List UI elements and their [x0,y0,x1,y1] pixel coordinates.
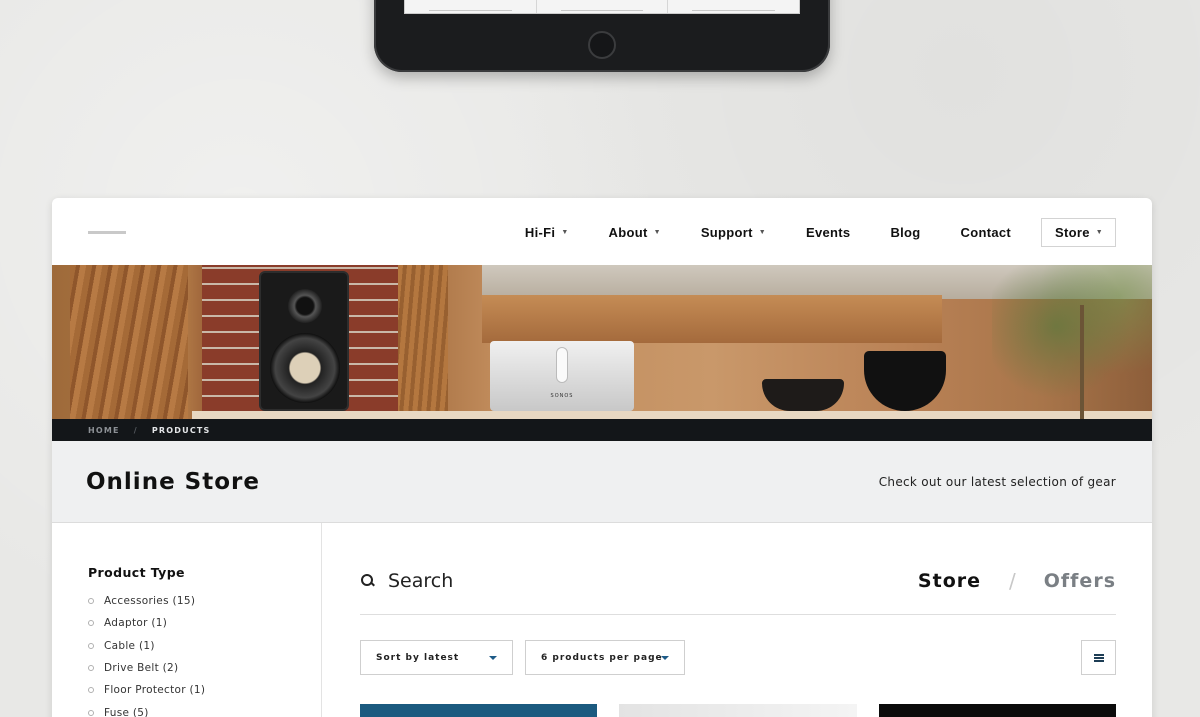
nav-item-support[interactable]: Support ▼ [701,225,766,240]
tablet-screen [404,0,800,14]
filter-label: Fuse (5) [104,706,149,717]
content-area: Product Type Accessories (15) Adaptor (1… [52,523,1152,717]
nav-store-button[interactable]: Store ▼ [1041,218,1116,247]
filter-label: Floor Protector (1) [104,684,206,697]
bowl-image [762,379,844,411]
product-card[interactable] [878,704,1116,717]
window-frame [482,295,942,343]
list-line [1093,657,1104,659]
bowl-image [864,351,946,411]
nav-item-label: Contact [960,225,1012,240]
sidebar-heading: Product Type [88,565,185,580]
nav-item-hifi[interactable]: Hi-Fi ▼ [525,225,569,240]
filter-item-accessories[interactable]: Accessories (15) [88,590,321,612]
wood-post [398,265,448,419]
filter-label: Adaptor (1) [104,617,168,630]
page-subtitle: Check out our latest selection of gear [878,474,1116,489]
dropdown-arrow-icon [661,656,669,660]
store-tabs: Store / Offers [918,569,1116,593]
filter-label: Cable (1) [104,639,155,652]
page-title: Online Store [86,468,260,495]
nav-item-label: Hi-Fi [524,225,556,240]
caret-down-icon: ▼ [561,229,569,236]
main-nav: Hi-Fi ▼ About ▼ Support ▼ Events Blog Co… [485,218,1116,247]
nav-store-label: Store [1055,225,1090,240]
device-brand: SONOS [550,393,574,399]
filter-item-fuse[interactable]: Fuse (5) [88,701,321,717]
dropdown-arrow-icon [489,656,497,660]
sort-select[interactable]: Sort by latest [360,640,513,675]
product-card[interactable] [619,704,857,717]
breadcrumb-current: PRODUCTS [151,425,211,435]
website-mockup: Hi-Fi ▼ About ▼ Support ▼ Events Blog Co… [52,198,1152,717]
wood-beam [70,265,188,419]
product-grid [360,704,1116,717]
logo[interactable] [88,231,126,234]
filter-label: Drive Belt (2) [104,662,179,675]
per-page-select[interactable]: 6 products per page [525,640,685,675]
site-header: Hi-Fi ▼ About ▼ Support ▼ Events Blog Co… [52,198,1152,265]
hero-banner: SONOS [52,265,1152,419]
bullet-icon [88,598,94,605]
caret-down-icon: ▼ [758,229,766,236]
main-panel: Store / Offers Sort by latest 6 products… [322,523,1152,717]
filter-item-adaptor[interactable]: Adaptor (1) [88,612,321,634]
breadcrumb-home[interactable]: HOME [88,426,120,435]
bullet-icon [88,620,94,627]
tablet-home-button [588,31,616,59]
caret-down-icon: ▼ [1095,229,1103,236]
nav-item-label: Blog [890,225,921,240]
list-view-button[interactable] [1081,640,1116,675]
device-button [556,347,568,383]
bullet-icon [88,642,94,649]
search-row: Store / Offers [360,523,1116,615]
nav-item-events[interactable]: Events [806,225,850,240]
controls-row: Sort by latest 6 products per page [360,640,1116,675]
speaker-tweeter [288,289,322,323]
tab-store[interactable]: Store [918,570,981,592]
sonos-device-image: SONOS [490,341,634,411]
tablet-screen-column [668,0,799,13]
filter-item-drive-belt[interactable]: Drive Belt (2) [88,657,321,679]
tab-separator: / [1009,569,1016,593]
product-card[interactable] [360,704,598,717]
plant-image [992,265,1152,419]
tablet-screen-column [537,0,669,13]
nav-item-label: About [608,225,648,240]
list-line [1093,654,1104,656]
bullet-icon [88,687,94,694]
list-line [1093,660,1104,662]
nav-item-contact[interactable]: Contact [961,225,1012,240]
speaker-woofer [270,333,340,403]
filter-label: Accessories (15) [104,595,196,608]
nav-item-about[interactable]: About ▼ [609,225,661,240]
caret-down-icon: ▼ [653,229,661,236]
bullet-icon [88,709,94,716]
sort-select-value: Sort by latest [376,652,460,663]
speaker-image [259,271,349,411]
nav-item-label: Events [806,225,851,240]
search-icon[interactable] [360,573,376,589]
tab-offers[interactable]: Offers [1044,570,1116,592]
tablet-device [374,0,830,72]
title-band: Online Store Check out our latest select… [52,441,1152,523]
per-page-select-value: 6 products per page [541,652,663,663]
bullet-icon [88,665,94,672]
sidebar: Product Type Accessories (15) Adaptor (1… [52,523,322,717]
nav-item-label: Support [700,225,753,240]
list-view-icon [1093,654,1104,662]
filter-item-cable[interactable]: Cable (1) [88,635,321,657]
search-input[interactable] [388,570,688,592]
breadcrumb-separator: / [133,425,138,435]
filter-item-floor-protector[interactable]: Floor Protector (1) [88,679,321,701]
tablet-screen-column [405,0,537,13]
breadcrumb: HOME / PRODUCTS [52,419,1152,441]
plant-stem [1080,305,1084,419]
nav-item-blog[interactable]: Blog [890,225,920,240]
